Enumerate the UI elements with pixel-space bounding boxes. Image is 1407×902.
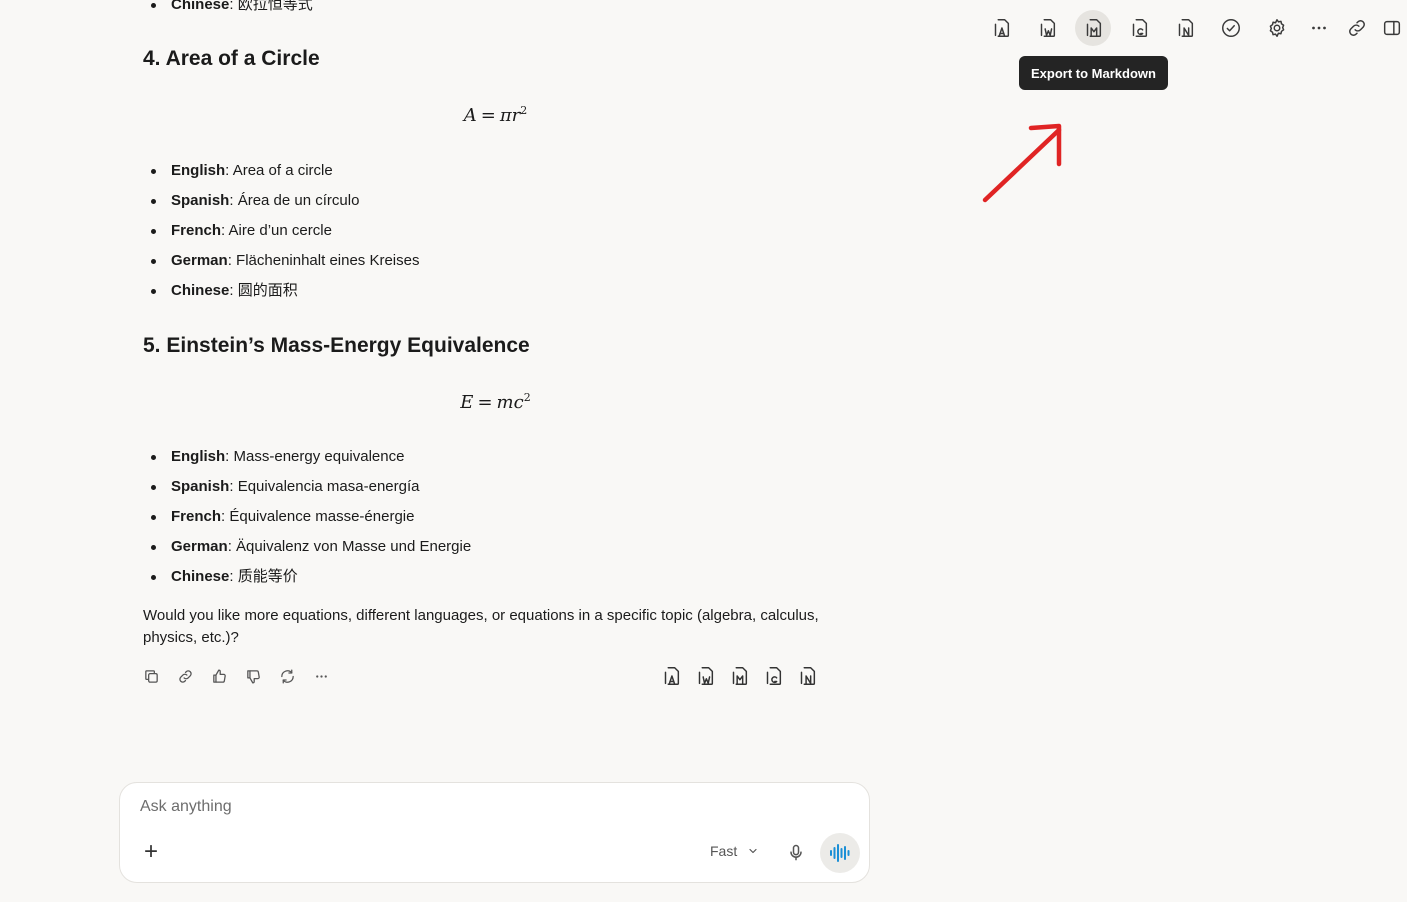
file-markdown-icon bbox=[732, 667, 748, 685]
file-notion-icon bbox=[800, 667, 816, 685]
ellipsis-icon bbox=[1312, 26, 1326, 30]
thumbs-down-icon bbox=[246, 669, 260, 684]
prev-list: Chinese: 欧拉恒等式 bbox=[143, 0, 313, 25]
list-item: French: Équivalence masse-énergie bbox=[143, 507, 471, 537]
translation-list: English: Area of a circle Spanish: Área … bbox=[143, 161, 419, 311]
check-circle-icon bbox=[1222, 19, 1240, 37]
inline-export-markdown-button[interactable] bbox=[727, 664, 751, 688]
red-arrow-annotation bbox=[982, 123, 1062, 203]
export-markdown-button[interactable] bbox=[1075, 10, 1111, 46]
microphone-icon bbox=[790, 844, 802, 861]
gear-icon bbox=[1269, 19, 1285, 37]
equation-mass-energy: E = mc2 bbox=[460, 391, 531, 413]
export-gdocs-button[interactable] bbox=[1121, 10, 1157, 46]
inline-export-notion-button[interactable] bbox=[795, 664, 819, 688]
file-word-icon bbox=[698, 667, 714, 685]
more-button[interactable] bbox=[1301, 10, 1337, 46]
waveform-icon bbox=[830, 844, 850, 862]
section-heading: 5. Einstein’s Mass-Energy Equivalence bbox=[143, 334, 530, 357]
equation-area-circle: A = πr2 bbox=[463, 104, 528, 126]
settings-button[interactable] bbox=[1259, 10, 1295, 46]
list-item: Chinese: 圆的面积 bbox=[143, 281, 419, 311]
translation-list: English: Mass-energy equivalence Spanish… bbox=[143, 447, 471, 597]
sidebar-icon bbox=[1383, 20, 1401, 36]
link-icon bbox=[1349, 20, 1365, 36]
list-item: French: Aire d’un cercle bbox=[143, 221, 419, 251]
refresh-icon bbox=[280, 668, 294, 684]
share-link-button[interactable] bbox=[173, 664, 197, 688]
top-toolbar bbox=[980, 10, 1407, 46]
ellipsis-icon bbox=[315, 674, 327, 678]
regenerate-button[interactable] bbox=[275, 664, 299, 688]
model-label: Fast bbox=[710, 843, 738, 859]
list-item: English: Area of a circle bbox=[143, 161, 419, 191]
list-item: Chinese: 欧拉恒等式 bbox=[143, 0, 313, 25]
list-item: German: Flächeninhalt eines Kreises bbox=[143, 251, 419, 281]
add-attachment-button[interactable]: + bbox=[140, 838, 162, 865]
file-markdown-icon bbox=[1086, 19, 1102, 37]
thumbs-up-button[interactable] bbox=[207, 664, 231, 688]
model-selector[interactable]: Fast bbox=[710, 843, 759, 859]
chevron-down-icon bbox=[749, 848, 757, 854]
closing-paragraph: Would you like more equations, different… bbox=[143, 607, 819, 646]
section-heading: 4. Area of a Circle bbox=[143, 47, 320, 70]
file-pdf-icon bbox=[664, 667, 680, 685]
file-notion-icon bbox=[1178, 19, 1194, 37]
list-item: Spanish: Área de un círculo bbox=[143, 191, 419, 221]
file-g-icon bbox=[766, 667, 782, 685]
export-notion-button[interactable] bbox=[1167, 10, 1203, 46]
thumbs-up-icon bbox=[212, 668, 226, 683]
link-icon bbox=[178, 669, 192, 683]
inline-export-gdocs-button[interactable] bbox=[761, 664, 785, 688]
thumbs-down-button[interactable] bbox=[241, 664, 265, 688]
composer: + Fast bbox=[119, 782, 870, 883]
copy-button[interactable] bbox=[139, 664, 163, 688]
link-button[interactable] bbox=[1339, 10, 1375, 46]
copy-icon bbox=[144, 669, 158, 683]
plus-icon: + bbox=[143, 838, 158, 865]
inline-export-pdf-button[interactable] bbox=[659, 664, 683, 688]
check-button[interactable] bbox=[1213, 10, 1249, 46]
list-item: Chinese: 质能等价 bbox=[143, 567, 471, 597]
file-pdf-icon bbox=[994, 19, 1010, 37]
export-word-button[interactable] bbox=[1029, 10, 1065, 46]
list-item: German: Äquivalenz von Masse und Energie bbox=[143, 537, 471, 567]
export-pdf-button[interactable] bbox=[983, 10, 1019, 46]
microphone-button[interactable] bbox=[786, 843, 806, 863]
more-actions-button[interactable] bbox=[309, 664, 333, 688]
voice-mode-button[interactable] bbox=[820, 833, 860, 873]
list-item: English: Mass-energy equivalence bbox=[143, 447, 471, 477]
list-item: Spanish: Equivalencia masa-energía bbox=[143, 477, 471, 507]
prompt-input[interactable] bbox=[138, 797, 742, 817]
file-word-icon bbox=[1040, 19, 1056, 37]
tooltip-export-markdown: Export to Markdown bbox=[1019, 56, 1168, 90]
inline-export-word-button[interactable] bbox=[693, 664, 717, 688]
sidebar-toggle-button[interactable] bbox=[1377, 10, 1407, 46]
file-g-icon bbox=[1132, 19, 1148, 37]
